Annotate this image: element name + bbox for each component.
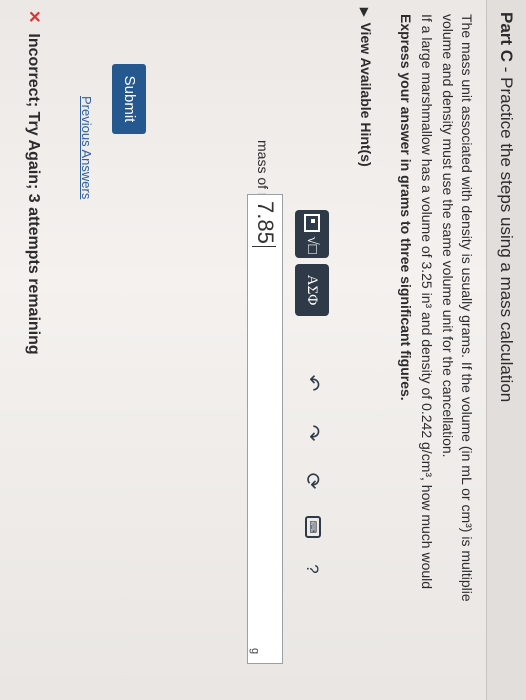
question-line: If a large marshmallow has a volume of 3… [419, 14, 435, 590]
help-button[interactable]: ? [299, 556, 325, 582]
part-label: Part C [497, 12, 516, 63]
reset-icon[interactable]: ⟳ [299, 468, 325, 494]
instruction-line-1: The mass unit associated with density is… [459, 14, 475, 602]
answer-value: 7.85 [253, 201, 278, 244]
expand-triangle-icon: ▶ [358, 8, 370, 17]
view-hints-link[interactable]: ▶ View Available Hint(s) [358, 8, 374, 167]
template-button[interactable]: √□ [295, 210, 329, 258]
text-cursor [251, 245, 276, 247]
feedback-message: ✕ Incorrect; Try Again; 3 attempts remain… [24, 10, 44, 355]
redo-icon[interactable]: ↷ [299, 420, 325, 446]
part-title: Part C - Practice the steps using a mass… [486, 0, 526, 700]
part-title-text: - Practice the steps using a mass calcul… [497, 62, 516, 403]
undo-icon[interactable]: ↶ [299, 370, 325, 396]
greek-symbols-button[interactable]: ΑΣΦ [295, 264, 329, 316]
photo-of-screen: Part C - Practice the steps using a mass… [0, 0, 526, 700]
feedback-text: Incorrect; Try Again; 3 attempts remaini… [25, 33, 42, 355]
answer-unit: g [249, 648, 261, 655]
previous-answers-link[interactable]: Previous Answers [79, 96, 94, 199]
answer-input[interactable]: 7.85 [247, 194, 283, 664]
instruction-line-2: volume and density must use the same vol… [440, 14, 456, 458]
answer-format-instruction: Express your answer in grams to three si… [398, 14, 414, 401]
keyboard-icon[interactable]: ⌨ [305, 516, 321, 538]
hints-label: View Available Hint(s) [358, 22, 374, 167]
fraction-sqrt-template-icon [304, 214, 320, 233]
sqrt-icon: √□ [304, 236, 321, 254]
math-toolbar: √□ ΑΣΦ ↶ ↷ ⟳ ⌨ ? [295, 210, 329, 650]
submit-button[interactable]: Submit [112, 64, 146, 134]
incorrect-x-icon: ✕ [25, 10, 42, 24]
